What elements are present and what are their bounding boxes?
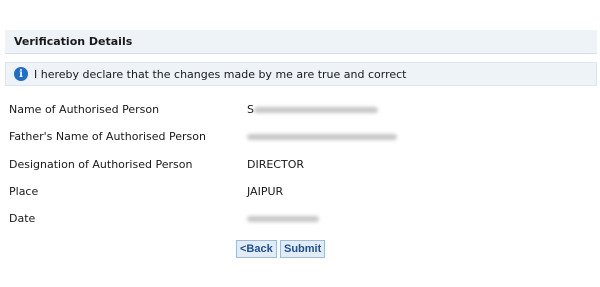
- field-value-redacted: S: [247, 102, 378, 118]
- field-label: Name of Authorised Person: [9, 103, 160, 116]
- redacted-blur: [247, 216, 319, 222]
- declaration-bar: i I hereby declare that the changes made…: [5, 62, 597, 86]
- submit-button[interactable]: Submit: [280, 240, 326, 258]
- field-label: Designation of Authorised Person: [9, 158, 193, 171]
- field-value: DIRECTOR: [247, 158, 305, 171]
- section-title: Verification Details: [14, 35, 133, 48]
- redacted-blur: [253, 107, 378, 113]
- section-header: Verification Details: [5, 30, 597, 54]
- declaration-text: I hereby declare that the changes made b…: [34, 67, 407, 81]
- field-label: Date: [9, 212, 36, 225]
- field-label: Place: [9, 185, 39, 198]
- redacted-blur: [247, 134, 397, 140]
- info-icon: i: [14, 67, 28, 81]
- back-button[interactable]: <Back: [236, 240, 277, 258]
- field-label: Father's Name of Authorised Person: [9, 130, 206, 143]
- field-value: JAIPUR: [247, 185, 284, 198]
- field-value-redacted: [247, 211, 319, 227]
- field-value-redacted: [247, 129, 397, 145]
